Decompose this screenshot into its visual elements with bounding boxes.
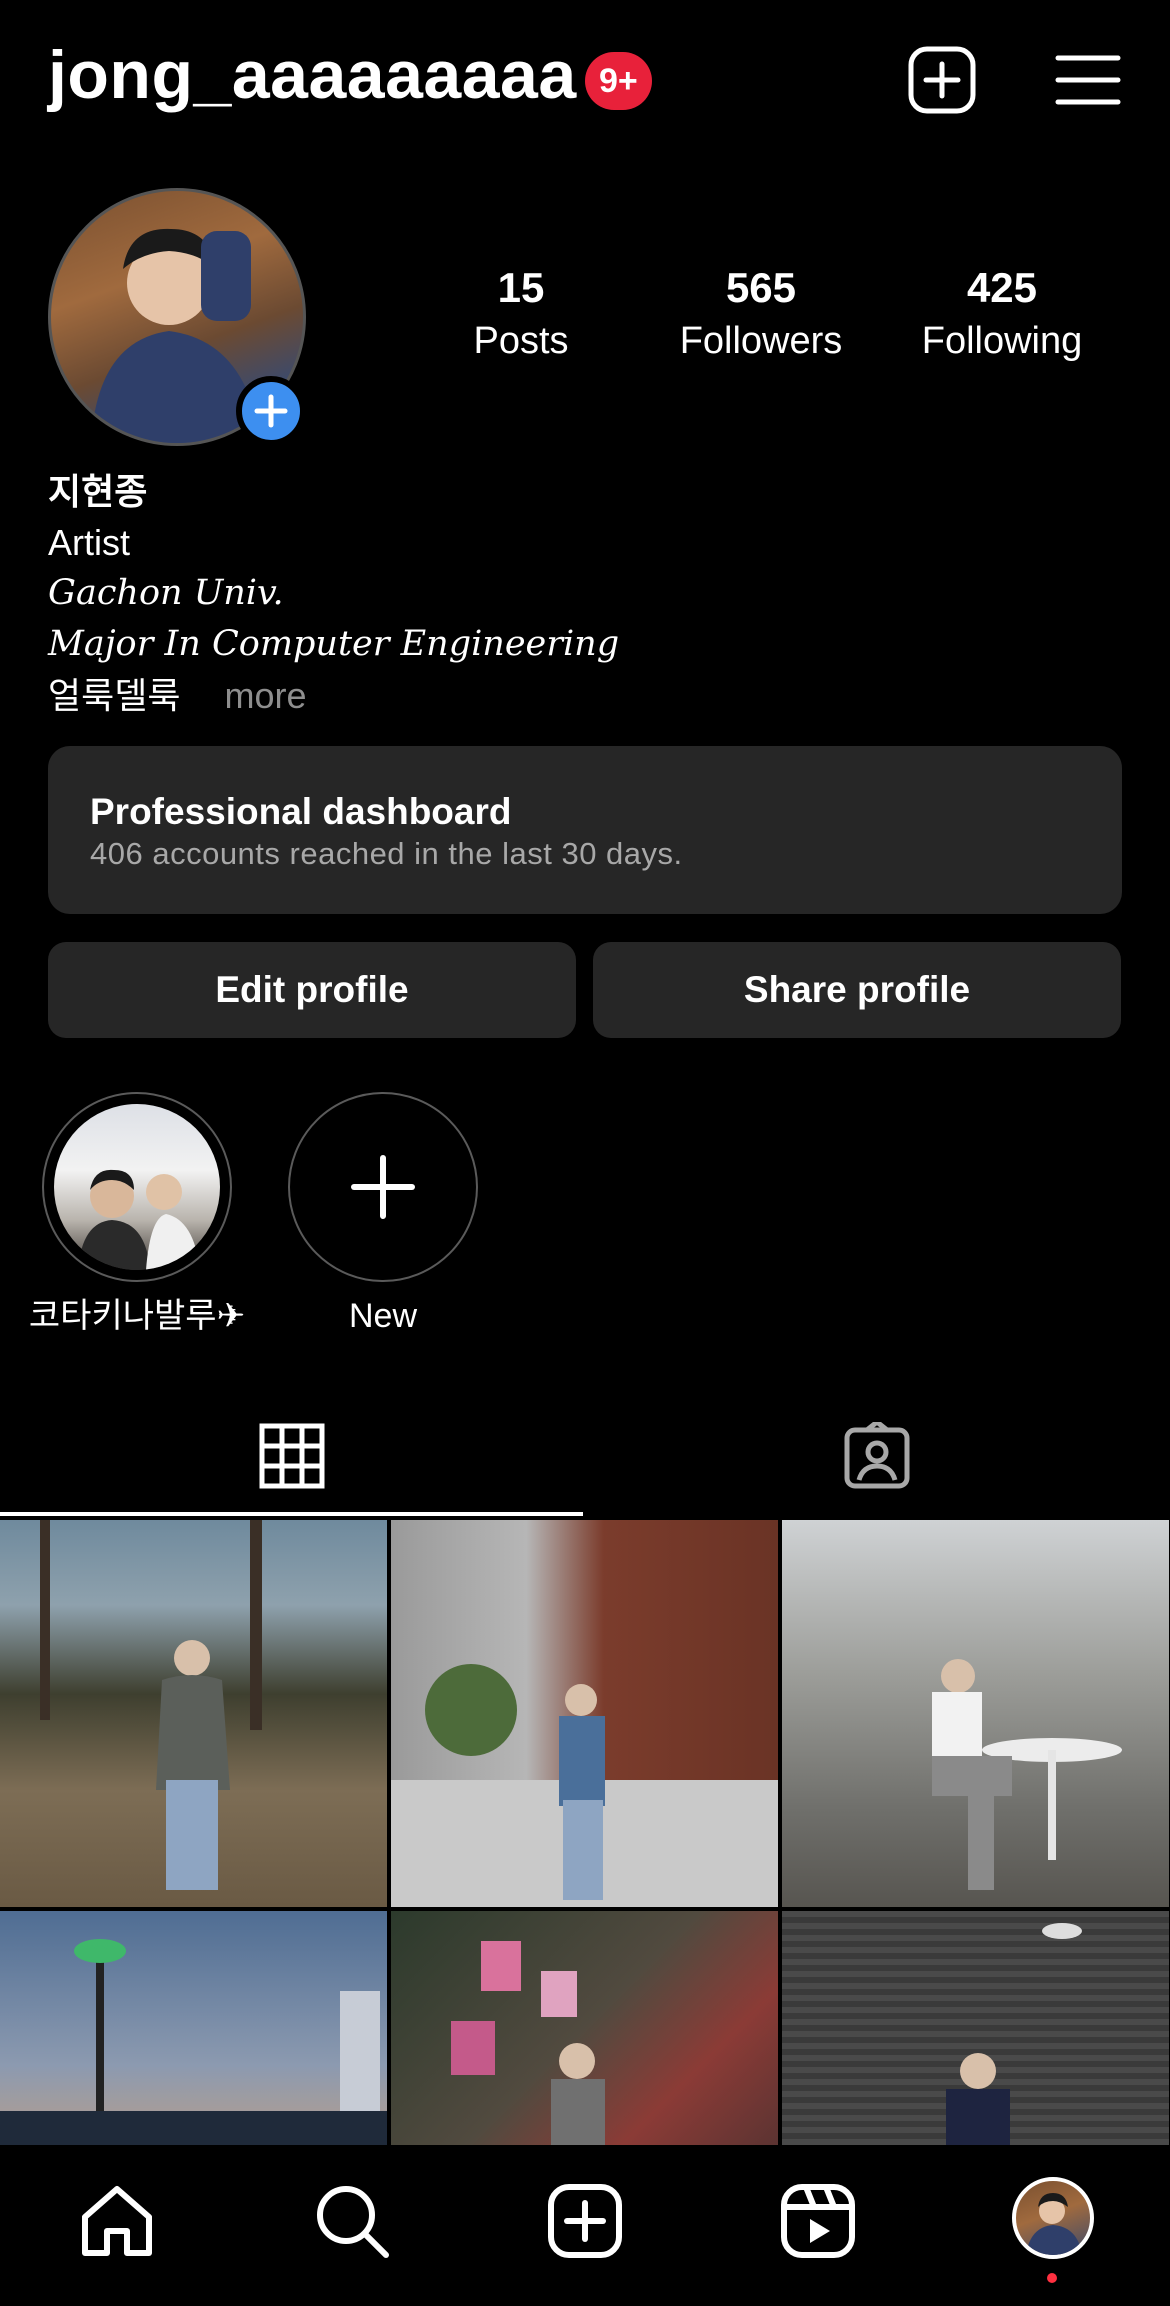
dashboard-title: Professional dashboard	[90, 791, 512, 832]
post-photo	[40, 1520, 262, 1890]
post-photo	[932, 1659, 1122, 1890]
post-thumbnail[interactable]	[0, 1520, 387, 1907]
followers-label: Followers	[679, 320, 843, 362]
active-tab-indicator	[0, 1512, 583, 1516]
profile-bio: 지현종 Artist Gachon Univ. Major In Compute…	[48, 466, 619, 721]
edit-profile-button[interactable]: Edit profile	[48, 942, 576, 1038]
new-highlight-ring	[288, 1092, 478, 1282]
new-highlight-button[interactable]: New	[288, 1092, 478, 1335]
posts-stat[interactable]: 15 Posts	[411, 258, 631, 364]
add-story-button[interactable]	[236, 376, 306, 446]
following-stat[interactable]: 425 Following	[892, 258, 1112, 364]
reels-icon[interactable]	[778, 2181, 858, 2261]
tagged-person-icon	[844, 1422, 910, 1489]
highlight-cover	[54, 1104, 220, 1270]
highlight-ring	[42, 1092, 232, 1282]
profile-tabs	[0, 1400, 1170, 1516]
following-count: 425	[966, 264, 1038, 311]
highlight-label: 코타키나발루✈	[28, 1297, 246, 1335]
posts-count: 15	[497, 264, 545, 311]
category-label: Artist	[48, 522, 131, 563]
story-highlight[interactable]: 코타키나발루✈	[29, 1092, 245, 1335]
posts-label: Posts	[473, 320, 569, 362]
profile-avatar-container[interactable]	[48, 188, 306, 446]
new-highlight-label: New	[348, 1297, 418, 1335]
username[interactable]: jong_aaaaaaaaa	[48, 36, 577, 114]
more-link[interactable]: more	[224, 675, 306, 716]
grid-icon	[259, 1423, 325, 1489]
bio-line-1: Gachon Univ.	[48, 573, 284, 613]
highlight-photo	[78, 1169, 200, 1270]
post-thumbnail[interactable]	[782, 1520, 1169, 1907]
followers-stat[interactable]: 565 Followers	[651, 258, 871, 364]
professional-dashboard-card[interactable]: Professional dashboard 406 accounts reac…	[48, 746, 1122, 914]
following-label: Following	[921, 320, 1083, 362]
plus-icon	[351, 1155, 415, 1219]
hamburger-menu-icon[interactable]	[1052, 44, 1124, 116]
plus-icon	[254, 394, 288, 428]
share-profile-button[interactable]: Share profile	[593, 942, 1121, 1038]
plus-square-icon[interactable]	[906, 44, 978, 116]
followers-count: 565	[725, 264, 797, 311]
search-icon[interactable]	[312, 2181, 392, 2261]
post-thumbnail[interactable]	[391, 1520, 778, 1907]
home-icon[interactable]	[77, 2181, 157, 2261]
display-name: 지현종	[48, 471, 148, 512]
avatar	[1026, 2193, 1082, 2255]
dashboard-subtitle: 406 accounts reached in the last 30 days…	[90, 836, 683, 871]
post-photo	[391, 1664, 778, 1907]
profile-header: jong_aaaaaaaaa 9+	[0, 0, 1170, 170]
bottom-navigation	[0, 2145, 1170, 2306]
tab-tagged[interactable]	[585, 1400, 1170, 1516]
activity-dot	[1047, 2273, 1057, 2283]
profile-avatar-tab[interactable]	[1012, 2177, 1094, 2259]
create-icon[interactable]	[545, 2181, 625, 2261]
tab-posts-grid[interactable]	[0, 1400, 585, 1516]
notification-badge[interactable]: 9+	[585, 52, 652, 110]
bio-line-3-row: 얼룩델룩 more	[48, 670, 619, 721]
bio-line-3: 얼룩델룩	[48, 675, 181, 716]
bio-line-2: Major In Computer Engineering	[48, 624, 620, 664]
